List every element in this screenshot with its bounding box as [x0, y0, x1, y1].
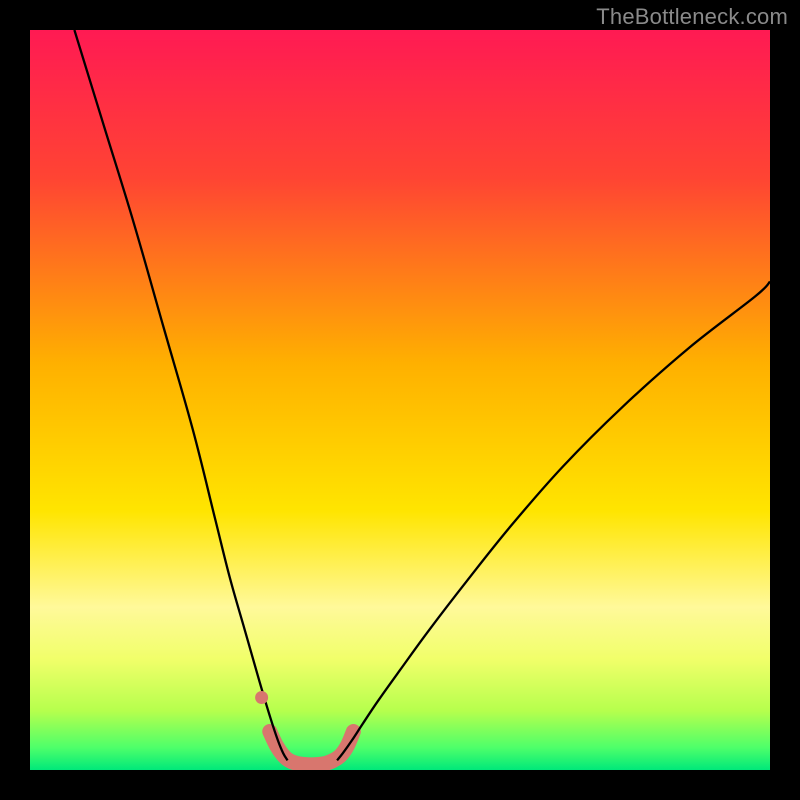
gradient-background [30, 30, 770, 770]
plot-svg [30, 30, 770, 770]
watermark-text: TheBottleneck.com [596, 4, 788, 30]
chart-stage: TheBottleneck.com [0, 0, 800, 800]
series-dot [255, 691, 268, 704]
